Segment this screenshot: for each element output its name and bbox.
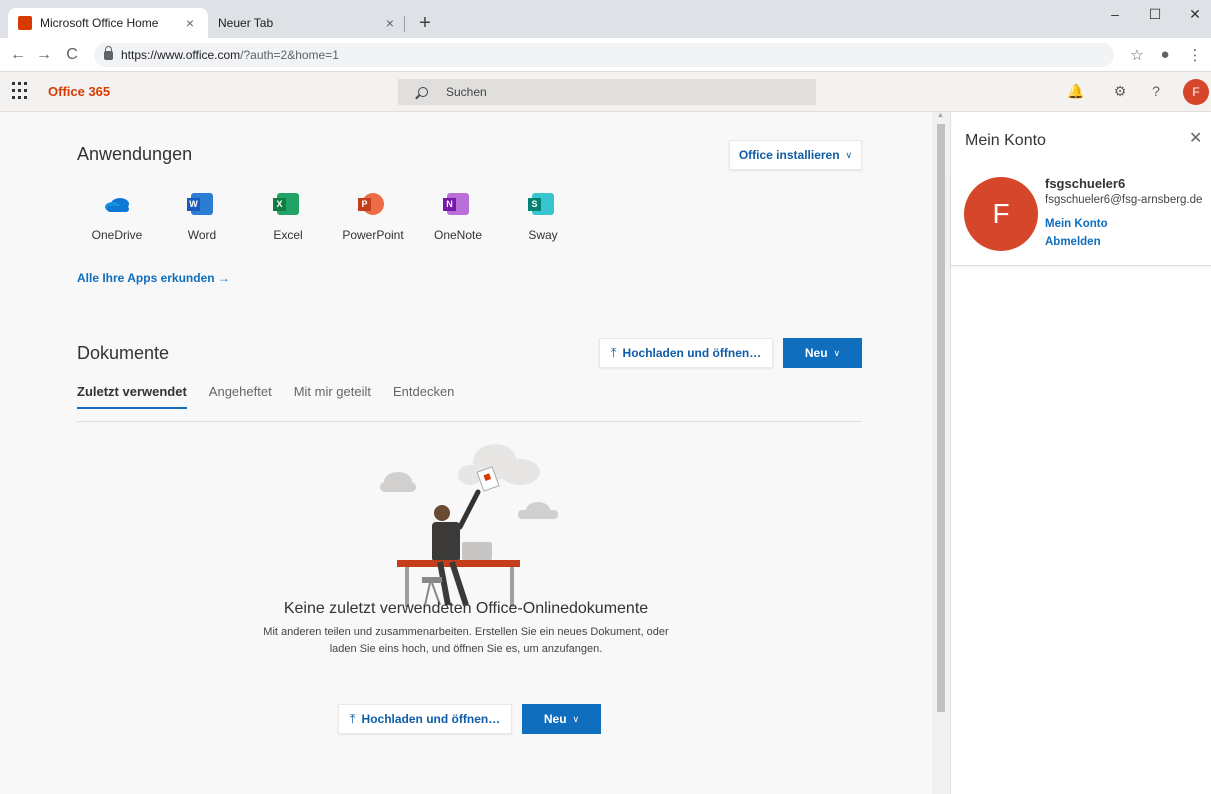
avatar[interactable]: F bbox=[1183, 79, 1209, 105]
tab-office-home[interactable]: Microsoft Office Home × bbox=[8, 8, 208, 38]
main-scrollbar[interactable]: ▲ bbox=[932, 112, 950, 794]
account-panel: Mein Konto ✕ F fsgschueler6 fsgschueler6… bbox=[950, 112, 1211, 794]
office-favicon-icon bbox=[18, 16, 32, 30]
brand-title[interactable]: Office 365 bbox=[48, 84, 110, 99]
help-icon[interactable]: ? bbox=[1146, 83, 1166, 99]
office-header: Office 365 Suchen 🔔 ⚙ ? F bbox=[0, 72, 1211, 112]
app-word[interactable]: W Word bbox=[162, 192, 242, 242]
close-icon[interactable]: ✕ bbox=[1189, 128, 1202, 148]
lock-icon bbox=[104, 45, 113, 60]
scroll-thumb[interactable] bbox=[937, 124, 945, 712]
search-icon bbox=[418, 87, 428, 97]
install-office-label: Office installieren bbox=[738, 148, 840, 162]
app-launcher-icon[interactable] bbox=[12, 82, 30, 100]
bookmark-star-icon[interactable]: ☆ bbox=[1128, 46, 1146, 64]
app-label: PowerPoint bbox=[342, 228, 404, 242]
app-onenote[interactable]: N OneNote bbox=[418, 192, 498, 242]
window-close-button[interactable]: ✕ bbox=[1180, 6, 1210, 23]
profile-icon[interactable]: ● bbox=[1156, 46, 1174, 63]
app-label: Word bbox=[187, 228, 217, 242]
url-path: /?auth=2&home=1 bbox=[240, 48, 339, 62]
empty-new-document-button[interactable]: Neu ∨ bbox=[522, 704, 601, 734]
bell-icon[interactable]: 🔔 bbox=[1066, 83, 1086, 100]
browser-menu-icon[interactable]: ⋮ bbox=[1186, 46, 1204, 64]
reload-button[interactable]: C bbox=[62, 46, 82, 64]
document-tabs: Zuletzt verwendet Angeheftet Mit mir get… bbox=[77, 384, 476, 409]
new-label: Neu bbox=[804, 346, 828, 360]
url-host: https://www.office.com bbox=[121, 48, 241, 62]
tab-close-icon[interactable]: × bbox=[182, 15, 198, 31]
app-powerpoint[interactable]: P PowerPoint bbox=[333, 192, 413, 242]
excel-icon: X bbox=[273, 192, 301, 216]
app-label: OneDrive bbox=[91, 228, 143, 242]
sign-out-link[interactable]: Abmelden bbox=[1045, 236, 1101, 248]
install-office-button[interactable]: Office installieren ∨ bbox=[729, 140, 862, 170]
tab-close-icon[interactable]: × bbox=[382, 15, 398, 31]
tab-separator bbox=[404, 16, 405, 32]
empty-state-title: Keine zuletzt verwendeten Office-Onlined… bbox=[283, 600, 649, 617]
account-card: F fsgschueler6 fsgschueler6@fsg-arnsberg… bbox=[951, 174, 1211, 266]
upload-icon: ⤒ bbox=[610, 345, 617, 360]
new-label: Neu bbox=[543, 712, 567, 726]
apps-section-title: Anwendungen bbox=[77, 144, 193, 164]
new-tab-button[interactable]: + bbox=[414, 12, 436, 34]
upload-open-button[interactable]: ⤒ Hochladen und öffnen… bbox=[599, 338, 773, 368]
new-document-button[interactable]: Neu ∨ bbox=[783, 338, 862, 368]
account-panel-title: Mein Konto bbox=[965, 132, 1046, 149]
my-account-link[interactable]: Mein Konto bbox=[1045, 218, 1108, 230]
chevron-down-icon: ∨ bbox=[845, 149, 853, 160]
onenote-icon: N bbox=[443, 192, 471, 216]
app-label: Excel bbox=[273, 228, 303, 242]
sway-icon: S bbox=[528, 192, 556, 216]
chevron-down-icon: ∨ bbox=[833, 347, 841, 358]
url-field[interactable]: https://www.office.com/?auth=2&home=1 bbox=[94, 43, 1114, 67]
upload-label: Hochladen und öffnen… bbox=[622, 346, 762, 360]
tabs-divider bbox=[77, 421, 862, 422]
back-button[interactable]: ← bbox=[8, 46, 28, 64]
gear-icon[interactable]: ⚙ bbox=[1110, 83, 1130, 100]
search-placeholder: Suchen bbox=[446, 85, 487, 99]
empty-state-illustration bbox=[380, 444, 558, 607]
minimize-button[interactable]: – bbox=[1100, 6, 1130, 22]
maximize-button[interactable]: ☐ bbox=[1140, 6, 1170, 23]
upload-icon: ⤒ bbox=[349, 711, 356, 726]
scroll-up-arrow-icon[interactable]: ▲ bbox=[937, 112, 944, 119]
tab-new-tab[interactable]: Neuer Tab × bbox=[208, 8, 408, 38]
onedrive-icon bbox=[104, 192, 130, 216]
empty-upload-open-button[interactable]: ⤒ Hochladen und öffnen… bbox=[338, 704, 512, 734]
explore-apps-link[interactable]: Alle Ihre Apps erkunden → bbox=[77, 271, 230, 285]
app-label: OneNote bbox=[433, 228, 483, 242]
app-label: Sway bbox=[528, 228, 558, 242]
empty-state-description: Mit anderen teilen und zusammenarbeiten.… bbox=[263, 626, 669, 655]
tab-title: Microsoft Office Home bbox=[40, 16, 159, 30]
tab-pinned[interactable]: Angeheftet bbox=[209, 384, 272, 409]
address-bar: ← → C https://www.office.com/?auth=2&hom… bbox=[0, 38, 1211, 72]
word-icon: W bbox=[187, 192, 215, 216]
powerpoint-icon: P bbox=[358, 192, 386, 216]
account-name: fsgschueler6 bbox=[1045, 176, 1126, 191]
browser-tabstrip: Microsoft Office Home × Neuer Tab × + – … bbox=[0, 0, 1211, 38]
chevron-down-icon: ∨ bbox=[572, 713, 580, 724]
main-content: Anwendungen Office installieren ∨ OneDriv… bbox=[0, 112, 932, 794]
app-sway[interactable]: S Sway bbox=[503, 192, 583, 242]
tab-title: Neuer Tab bbox=[218, 16, 274, 30]
docs-section-title: Dokumente bbox=[77, 343, 170, 363]
app-excel[interactable]: X Excel bbox=[248, 192, 328, 242]
tab-recent[interactable]: Zuletzt verwendet bbox=[77, 384, 187, 409]
upload-label: Hochladen und öffnen… bbox=[361, 712, 501, 726]
app-onedrive[interactable]: OneDrive bbox=[77, 192, 157, 242]
search-input[interactable]: Suchen bbox=[398, 79, 816, 105]
account-email: fsgschueler6@fsg-arnsberg.de bbox=[1045, 194, 1203, 206]
tab-discover[interactable]: Entdecken bbox=[393, 384, 454, 409]
forward-button[interactable]: → bbox=[34, 46, 54, 64]
tab-shared[interactable]: Mit mir geteilt bbox=[294, 384, 371, 409]
avatar: F bbox=[964, 177, 1038, 251]
